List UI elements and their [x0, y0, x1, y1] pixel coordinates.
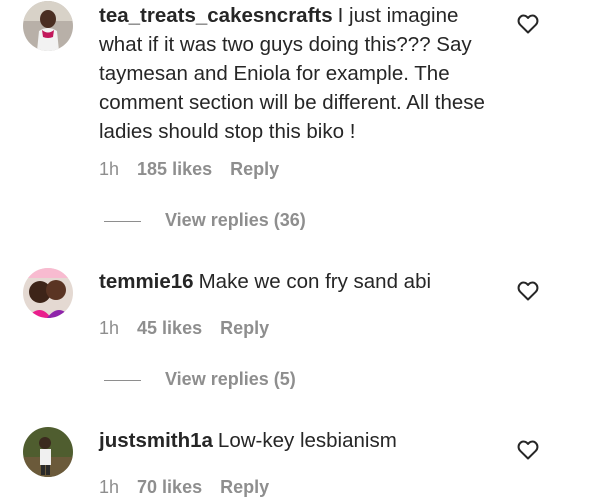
view-replies-button[interactable]: View replies (5) — [104, 368, 296, 390]
like-button[interactable] — [516, 438, 540, 462]
comment-meta: 1h 45 likes Reply — [99, 317, 269, 339]
like-button[interactable] — [516, 12, 540, 36]
comment-username[interactable]: justsmith1a — [99, 429, 213, 452]
replies-divider-line — [104, 220, 141, 222]
reply-button[interactable]: Reply — [220, 477, 269, 497]
heart-outline-icon — [517, 440, 539, 460]
comment-text-block: justsmith1a Low-key lesbianism — [99, 426, 494, 455]
reply-button[interactable]: Reply — [230, 159, 279, 179]
heart-outline-icon — [517, 281, 539, 301]
avatar[interactable] — [23, 427, 73, 477]
view-replies-label: View replies (5) — [165, 369, 296, 389]
comment-meta: 1h 70 likes Reply — [99, 476, 269, 498]
view-replies-label: View replies (36) — [165, 210, 306, 230]
comment-time: 1h — [99, 477, 120, 497]
avatar-image — [23, 1, 73, 51]
like-button[interactable] — [516, 279, 540, 303]
comment-text: Make we con fry sand abi — [198, 270, 432, 293]
avatar-image — [23, 427, 73, 477]
comment-time: 1h — [99, 318, 120, 338]
comment-text-block: temmie16 Make we con fry sand abi — [99, 267, 494, 296]
comment-likes[interactable]: 185 likes — [137, 159, 212, 179]
comment-username[interactable]: tea_treats_cakesncrafts — [99, 4, 333, 27]
avatar[interactable] — [23, 1, 73, 51]
avatar[interactable] — [23, 268, 73, 318]
comment-text-block: tea_treats_cakesncrafts I just imagine wh… — [99, 1, 494, 146]
heart-outline-icon — [517, 14, 539, 34]
comment-time: 1h — [99, 159, 120, 179]
reply-button[interactable]: Reply — [220, 318, 269, 338]
replies-divider-line — [104, 379, 141, 381]
comment-likes[interactable]: 45 likes — [137, 318, 202, 338]
comment-meta: 1h 185 likes Reply — [99, 158, 279, 180]
comment-username[interactable]: temmie16 — [99, 270, 194, 293]
avatar-image — [23, 268, 73, 318]
view-replies-button[interactable]: View replies (36) — [104, 209, 306, 231]
comment-text: Low-key lesbianism — [217, 429, 397, 452]
comment-likes[interactable]: 70 likes — [137, 477, 202, 497]
